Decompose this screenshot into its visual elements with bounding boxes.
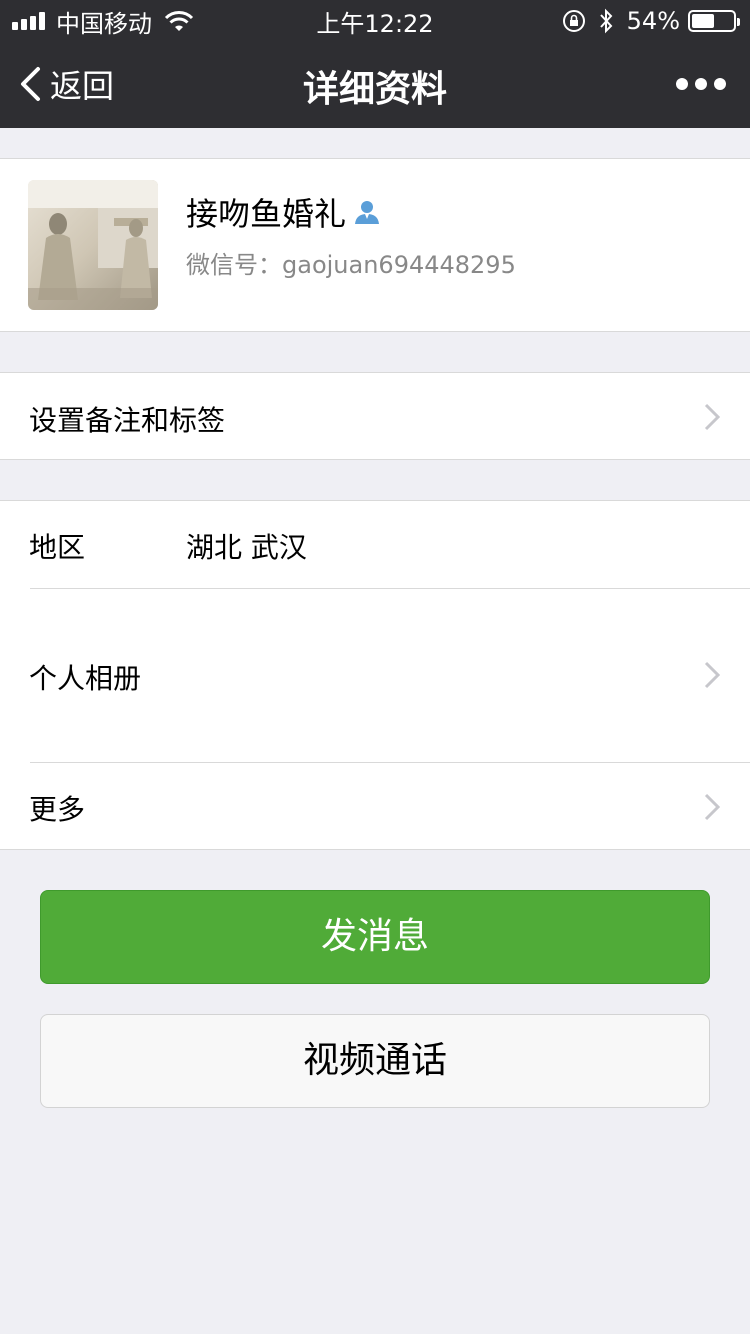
top-bar: 中国移动 上午12:22 54% 返回 详细资料 bbox=[0, 0, 750, 128]
region-value: 湖北 武汉 bbox=[186, 531, 307, 564]
more-label: 更多 bbox=[29, 793, 86, 826]
back-button[interactable]: 返回 bbox=[18, 58, 114, 110]
bluetooth-icon bbox=[599, 8, 613, 34]
info-group: 地区 湖北 武汉 个人相册 更多 bbox=[0, 500, 750, 850]
name-row: 接吻鱼婚礼 bbox=[186, 189, 382, 235]
chevron-right-icon bbox=[704, 403, 720, 431]
ellipsis-icon-dot bbox=[695, 78, 707, 90]
profile-name: 接吻鱼婚礼 bbox=[186, 195, 347, 233]
battery-fill bbox=[692, 14, 714, 28]
video-call-button[interactable]: 视频通话 bbox=[40, 1014, 710, 1108]
remark-tag-label: 设置备注和标签 bbox=[29, 404, 226, 437]
chevron-right-icon bbox=[704, 793, 720, 821]
send-message-button[interactable]: 发消息 bbox=[40, 890, 710, 984]
remark-tag-row[interactable]: 设置备注和标签 bbox=[0, 372, 750, 460]
battery-icon bbox=[688, 10, 740, 32]
avatar[interactable] bbox=[28, 180, 158, 310]
ellipsis-icon-dot bbox=[714, 78, 726, 90]
rotation-lock-icon bbox=[562, 10, 585, 32]
more-options-button[interactable] bbox=[676, 68, 726, 100]
photo-album-label: 个人相册 bbox=[29, 662, 142, 695]
status-bar: 中国移动 上午12:22 54% bbox=[0, 0, 750, 40]
ellipsis-icon-dot bbox=[676, 78, 688, 90]
back-label: 返回 bbox=[50, 67, 115, 105]
region-row: 地区 湖北 武汉 bbox=[0, 501, 750, 588]
battery-percent: 54% bbox=[626, 7, 680, 35]
status-right: 54% bbox=[561, 6, 740, 36]
navigation-bar: 返回 详细资料 bbox=[0, 40, 750, 128]
person-icon bbox=[355, 201, 380, 224]
region-label: 地区 bbox=[29, 531, 86, 564]
chevron-left-icon bbox=[21, 67, 40, 101]
remark-tag-row-content: 设置备注和标签 bbox=[0, 373, 750, 461]
wechat-id: 微信号：gaojuan694448295 bbox=[186, 251, 516, 279]
chevron-right-icon bbox=[704, 661, 720, 689]
photo-album-row[interactable]: 个人相册 bbox=[0, 589, 750, 762]
battery-nub bbox=[737, 18, 740, 26]
more-row[interactable]: 更多 bbox=[0, 763, 750, 849]
avatar-image bbox=[28, 180, 158, 310]
profile-card: 接吻鱼婚礼 微信号：gaojuan694448295 bbox=[0, 158, 750, 332]
